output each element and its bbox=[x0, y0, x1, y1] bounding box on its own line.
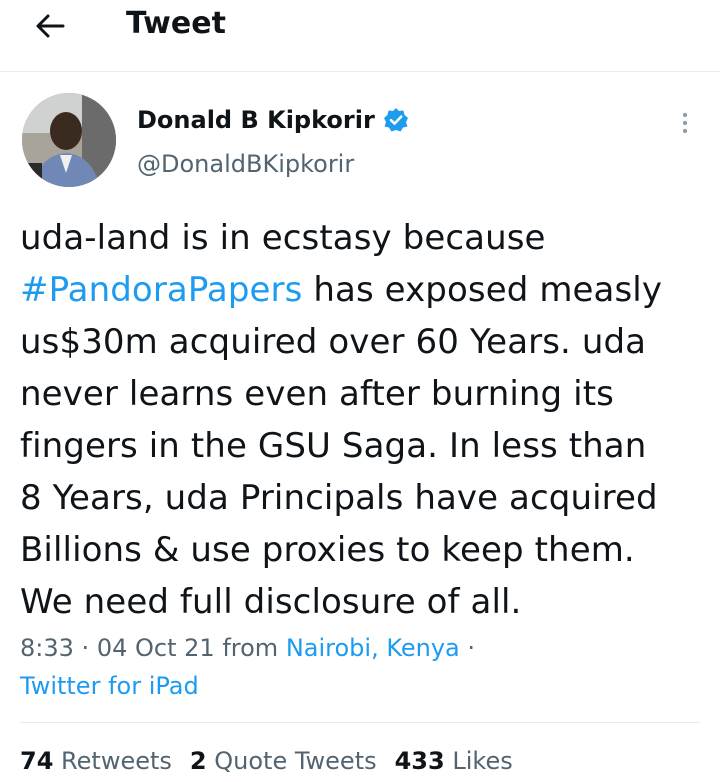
avatar-image bbox=[22, 93, 116, 187]
author-name-row[interactable]: Donald B Kipkorir bbox=[137, 104, 409, 136]
tweet-line: us$30m acquired over 60 Years. uda bbox=[20, 322, 647, 362]
tweet-date[interactable]: 04 Oct 21 bbox=[97, 634, 215, 662]
tweet-line: Billions & use proxies to keep them. bbox=[20, 530, 635, 570]
author-handle[interactable]: @DonaldBKipkorir bbox=[137, 148, 354, 180]
meta-separator: · bbox=[467, 634, 476, 662]
back-button[interactable] bbox=[28, 8, 72, 44]
location-link[interactable]: Nairobi, Kenya bbox=[286, 634, 460, 662]
more-dot bbox=[683, 121, 687, 125]
meta-separator: · bbox=[81, 634, 90, 662]
divider bbox=[20, 722, 700, 723]
more-options-button[interactable] bbox=[670, 108, 700, 138]
author-name[interactable]: Donald B Kipkorir bbox=[137, 104, 375, 136]
quote-tweets-stat[interactable]: 2 Quote Tweets bbox=[190, 745, 377, 777]
from-label: from bbox=[222, 634, 279, 662]
tweet-metadata: 8:33 · 04 Oct 21 from Nairobi, Kenya · bbox=[20, 632, 475, 664]
avatar[interactable] bbox=[22, 93, 116, 187]
more-dot bbox=[683, 129, 687, 133]
tweet-text: uda-land is in ecstasy because #PandoraP… bbox=[20, 212, 710, 628]
tweet-line: #PandoraPapers has exposed measly bbox=[20, 270, 663, 310]
tweet-line: 8 Years, uda Principals have acquired bbox=[20, 478, 658, 518]
tweet-line: fingers in the GSU Saga. In less than bbox=[20, 426, 647, 466]
arrow-left-icon bbox=[36, 14, 65, 38]
likes-stat[interactable]: 433 Likes bbox=[395, 745, 513, 777]
hashtag-link[interactable]: #PandoraPapers bbox=[20, 270, 302, 310]
tweet-line: uda-land is in ecstasy because bbox=[20, 218, 546, 258]
tweet-time[interactable]: 8:33 bbox=[20, 634, 74, 662]
retweets-stat[interactable]: 74 Retweets bbox=[20, 745, 172, 777]
page-title: Tweet bbox=[126, 6, 226, 41]
tweet-line: never learns even after burning its bbox=[20, 374, 614, 414]
more-dot bbox=[683, 113, 687, 117]
source-link[interactable]: Twitter for iPad bbox=[20, 672, 199, 700]
engagement-stats: 74 Retweets 2 Quote Tweets 433 Likes bbox=[20, 745, 513, 777]
tweet-source-row: Twitter for iPad bbox=[20, 670, 199, 702]
verified-badge-icon bbox=[383, 107, 409, 133]
top-bar: Tweet bbox=[0, 0, 720, 72]
tweet-line: We need full disclosure of all. bbox=[20, 582, 522, 622]
